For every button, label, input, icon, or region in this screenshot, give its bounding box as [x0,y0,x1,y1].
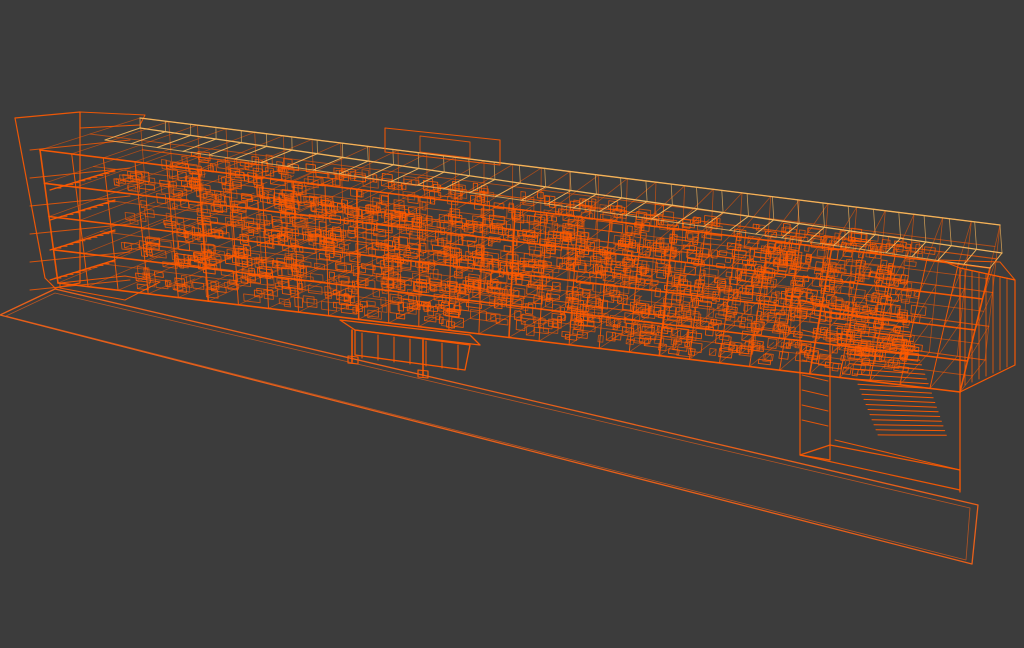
roof-rail-post-depth [417,152,420,169]
entrance-canopy-front [354,329,471,371]
room-wall [672,329,681,336]
room-box [446,234,464,246]
room-box [656,269,667,280]
room-box [686,331,703,340]
room-box [816,249,827,258]
roof-rail-post-depth [594,174,597,195]
room-box [831,362,840,372]
west-podium [59,275,161,301]
beam-depth [779,336,819,371]
west-stair-stringer [49,259,116,281]
room-box [515,319,526,332]
room-wall [767,341,774,348]
roof-rail-post [416,171,445,186]
east-stair-tread [873,424,944,427]
east-block-floor [801,389,829,397]
east-block-ledge [834,439,961,471]
east-stair-tread [853,373,927,380]
roof-rail-post-depth [569,171,572,191]
roof-rail-post-depth [746,193,749,217]
wireframe-building-model[interactable] [0,0,1024,648]
room-box [691,297,700,309]
east-stair-tread [869,414,941,417]
beam-depth [39,117,141,151]
room-box [393,237,399,243]
roof-rail-post-depth [999,224,1003,254]
room-box [307,284,323,295]
east-stair-tread [865,404,937,408]
room-box [592,283,602,294]
east-stair-tread [871,419,942,422]
room-box [495,317,509,326]
roof-rail-post-depth [949,218,952,247]
room-wall [424,314,435,322]
roof-rail-post-depth [519,164,521,184]
roof-rail-post-depth [367,145,369,162]
east-stair-tread [859,388,932,394]
roof-rail-post-depth [974,221,977,250]
room-wall [190,276,204,283]
roof-rail-post-depth [822,202,825,228]
room-box [654,288,661,298]
roof-rail-post-depth [670,183,673,206]
room-box [276,277,283,284]
room-wall [741,334,749,341]
room-box [611,295,623,302]
roof-rail-post [208,142,242,156]
east-stair-tread [863,398,936,403]
room-wall [290,290,303,298]
room-box [551,312,566,321]
west-stair-stringer [49,229,116,251]
roof-pavilion [384,127,501,166]
east-block-floor [801,419,829,427]
room-box [893,365,910,373]
room-box [438,213,457,225]
room-box [724,257,732,264]
room-box [189,203,202,211]
room-wall [357,278,369,285]
room-box [778,351,790,360]
roof-rail-post-depth [620,177,623,199]
room-box [408,294,418,303]
room-box [746,315,754,322]
roof-rail-post-depth [772,196,775,221]
room-box [158,240,172,248]
east-stair-tread [875,429,946,432]
room-wall [611,333,621,340]
room-box [903,260,917,268]
room-box [851,368,859,377]
room-box [785,226,792,233]
room-wall [708,349,717,356]
entrance-canopy [339,319,481,379]
roof-rail-post [963,248,978,265]
east-block-floor [801,404,829,412]
room-wall [679,332,688,339]
roof-rail-post-depth [544,167,546,188]
east-stair-tread [861,393,934,399]
roof-rail-post-depth [645,180,648,202]
ground-plane [0,288,979,565]
roof-rail-post-depth [392,149,394,166]
east-block-base [799,444,961,491]
room-wall [546,296,549,299]
room-wall [624,312,633,319]
room-box [256,287,274,296]
room-box [321,300,337,312]
room-box [123,242,140,251]
roof-rail-post-depth [721,189,724,214]
roof-pavilion-inner [419,135,471,159]
room-box [335,262,353,272]
east-stair-tread [867,409,939,413]
room-wall [451,320,462,327]
roof-rail-post [729,215,749,231]
3d-viewport[interactable] [0,0,1024,648]
room-box [892,357,899,365]
room-wall [774,294,777,297]
west-tower-roof [79,111,146,129]
